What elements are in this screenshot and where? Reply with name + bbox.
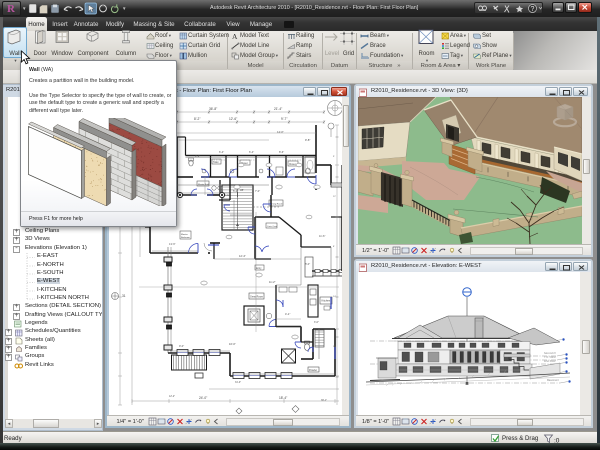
svg-text:A: A — [232, 32, 238, 40]
svg-text:9'-0": 9'-0" — [179, 344, 184, 348]
svg-text:31: 31 — [122, 294, 126, 298]
svg-text:Master Bath: Master Bath — [198, 183, 210, 186]
svg-text:UP: UP — [240, 189, 244, 192]
svg-text:Toilet: Toilet — [213, 161, 219, 164]
svg-text:21’-4": 21’-4" — [274, 107, 282, 111]
svg-text:Powder: Powder — [309, 369, 317, 372]
svg-text:First Floor: First Floor — [544, 359, 556, 363]
svg-text:Closet: Closet — [289, 163, 296, 166]
svg-text:Great Room: Great Room — [250, 296, 263, 299]
svg-text:8’-2": 8’-2" — [194, 117, 200, 121]
svg-text:36’-8": 36’-8" — [209, 107, 217, 111]
svg-text:18’-4": 18’-4" — [279, 396, 287, 400]
svg-text:8'-6": 8'-6" — [279, 150, 284, 154]
svg-text:12’-6": 12’-6" — [229, 117, 237, 121]
svg-text:9’-8": 9’-8" — [305, 138, 310, 142]
svg-text:6'-4": 6'-4" — [219, 150, 224, 154]
svg-text:36'-1": 36'-1" — [321, 399, 327, 402]
svg-text:T.O. Wind: T.O. Wind — [544, 355, 556, 359]
svg-text:31'-0": 31'-0" — [235, 381, 241, 384]
svg-text:?: ? — [531, 6, 535, 13]
svg-text:12': 12' — [333, 196, 336, 198]
svg-text:24’-0": 24’-0" — [199, 396, 207, 400]
svg-text:Entry: Entry — [256, 267, 262, 270]
svg-text:16’-0": 16’-0" — [229, 342, 236, 346]
svg-text:6'-4": 6'-4" — [249, 150, 254, 154]
svg-text:Master: Master — [181, 233, 188, 236]
svg-text:12’-4": 12’-4" — [239, 254, 246, 258]
svg-text:3’-0": 3’-0" — [314, 321, 319, 324]
svg-text:Bedroom: Bedroom — [181, 236, 190, 239]
svg-text:8'-0": 8'-0" — [305, 262, 310, 266]
svg-text:11'-6": 11'-6" — [319, 234, 325, 238]
svg-text:9': 9' — [333, 156, 335, 158]
svg-text:4’-1": 4’-1" — [285, 312, 290, 316]
svg-text:Kitchen: Kitchen — [322, 299, 331, 303]
svg-text:9’-7": 9’-7" — [281, 117, 287, 121]
svg-text:Curio Case: Curio Case — [267, 226, 278, 228]
svg-text:13'-6": 13'-6" — [169, 242, 176, 246]
svg-text:Basement: Basement — [547, 378, 559, 382]
svg-text:Second Fl: Second Fl — [544, 351, 556, 355]
svg-text:12'-2": 12'-2" — [169, 395, 175, 398]
svg-text:14’-0": 14’-0" — [277, 130, 284, 134]
svg-text:7'-0": 7'-0" — [255, 189, 260, 193]
svg-text:Dining Room: Dining Room — [270, 204, 283, 206]
svg-text:10': 10' — [333, 346, 336, 348]
svg-text:8': 8' — [333, 246, 335, 248]
svg-text:11’-2": 11’-2" — [269, 280, 276, 284]
svg-text:17R: 17R — [225, 195, 229, 197]
